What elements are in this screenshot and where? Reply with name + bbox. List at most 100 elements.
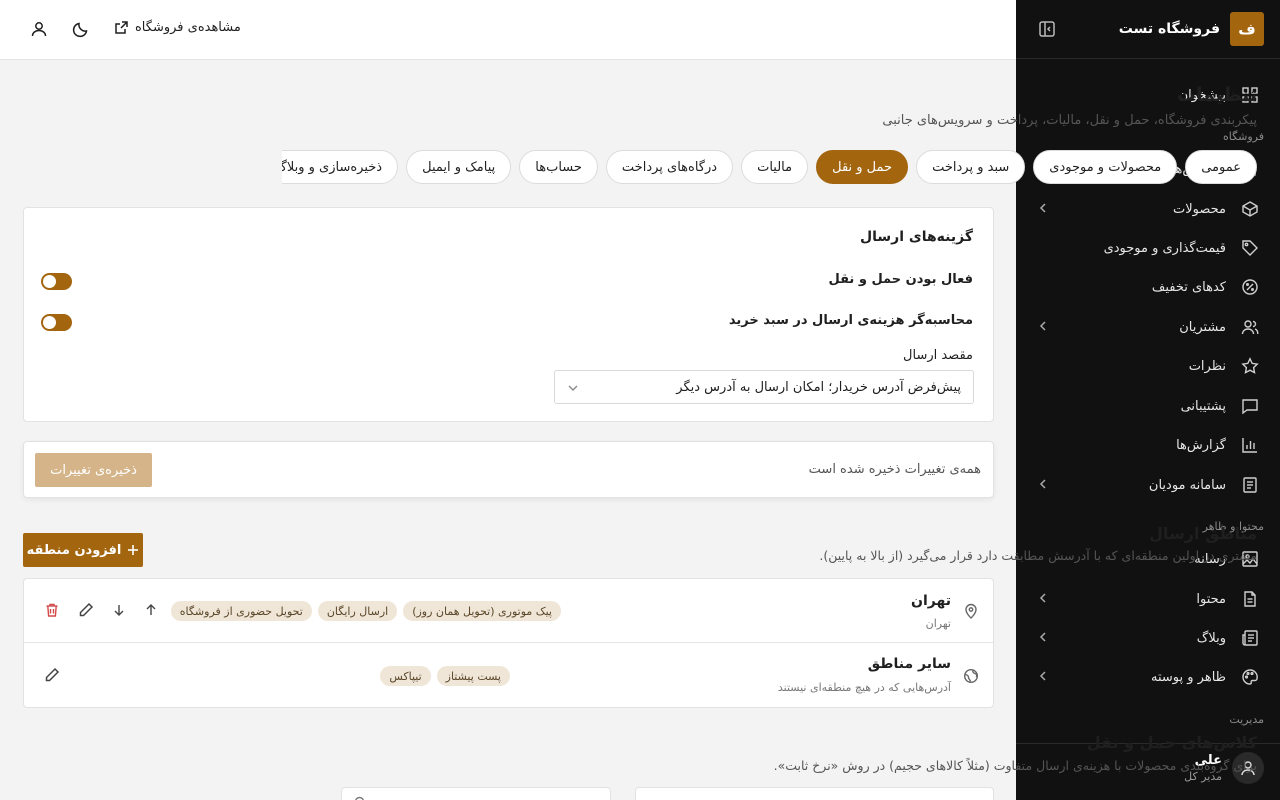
moon-icon[interactable] bbox=[72, 20, 90, 38]
settings-tabs: عمومی محصولات و موجودی سبد و پرداخت حمل … bbox=[282, 150, 1257, 185]
sidebar-collapse-icon[interactable] bbox=[1038, 20, 1056, 38]
edit-icon[interactable] bbox=[44, 667, 60, 683]
sidebar-item-label: پشتیبانی bbox=[1180, 398, 1226, 414]
user-icon[interactable] bbox=[30, 20, 48, 38]
brand-name: فروشگاه تست bbox=[1118, 21, 1220, 37]
palette-icon bbox=[1240, 667, 1260, 687]
sidebar-item-label: ظاهر و پوسته bbox=[1151, 669, 1226, 685]
method-chip: پیک موتوری (تحویل همان روز) bbox=[403, 601, 561, 621]
percent-icon bbox=[1240, 277, 1260, 297]
tab-tax[interactable]: مالیات bbox=[741, 150, 809, 184]
page-title: تنظیمات bbox=[1176, 84, 1257, 106]
save-status: همه‌ی تغییرات ذخیره شده است bbox=[808, 462, 981, 477]
sidebar-item-label: محتوا bbox=[1196, 591, 1226, 607]
cart-calculator-label: محاسبه‌گر هزینه‌ی ارسال در سبد خرید bbox=[728, 313, 973, 328]
chevron-left-icon bbox=[1038, 319, 1048, 333]
tab-shipping[interactable]: حمل و نقل bbox=[816, 150, 909, 184]
classes-title: کلاس‌های حمل و نقل bbox=[1086, 733, 1257, 752]
save-changes-button[interactable]: ذخیره‌ی تغییرات bbox=[35, 453, 152, 487]
table-row[interactable]: سایر مناطق آدرس‌هایی که در هیچ منطقه‌ای … bbox=[24, 644, 993, 708]
chevron-left-icon bbox=[1038, 477, 1048, 491]
file-icon bbox=[1240, 589, 1260, 609]
section-store: فروشگاه bbox=[1222, 130, 1264, 143]
add-zone-button[interactable]: افزودن منطقه bbox=[23, 533, 143, 567]
trash-icon[interactable] bbox=[44, 602, 60, 618]
destination-label: مقصد ارسال bbox=[903, 348, 973, 363]
chevron-down-icon bbox=[567, 382, 579, 394]
class-name-input[interactable] bbox=[635, 787, 994, 800]
sidebar-item-blog[interactable]: وبلاگ bbox=[1016, 620, 1280, 656]
edit-icon[interactable] bbox=[78, 602, 94, 618]
tab-storage-blog[interactable]: ذخیره‌سازی و وبلاگ bbox=[282, 150, 399, 184]
enable-shipping-label: فعال بودن حمل و نقل bbox=[828, 272, 973, 287]
arrow-down-icon[interactable] bbox=[112, 603, 126, 617]
shipping-options-card: گزینه‌های ارسال فعال بودن حمل و نقل محاس… bbox=[23, 207, 994, 422]
sidebar-item-label: گزارش‌ها bbox=[1176, 437, 1226, 453]
sidebar-item-reports[interactable]: گزارش‌ها bbox=[1016, 427, 1280, 463]
view-store-link[interactable]: مشاهده‌ی فروشگاه bbox=[114, 20, 241, 35]
destination-select[interactable]: پیش‌فرض آدرس خریدار؛ امکان ارسال به آدرس… bbox=[554, 370, 974, 404]
users-icon bbox=[1240, 317, 1260, 337]
sidebar-item-label: سامانه مودیان bbox=[1148, 477, 1226, 493]
zone-methods: پست پیشتاز تیپاکس bbox=[380, 666, 510, 686]
tab-sms-email[interactable]: پیامک و ایمیل bbox=[406, 150, 512, 184]
document-icon bbox=[1240, 475, 1260, 495]
class-search-input[interactable] bbox=[341, 787, 611, 800]
sidebar-item-reviews[interactable]: نظرات bbox=[1016, 348, 1280, 384]
tag-icon bbox=[1240, 238, 1260, 258]
zones-list: تهران تهران پیک موتوری (تحویل همان روز) … bbox=[23, 578, 994, 708]
sidebar-item-tax-system[interactable]: سامانه مودیان bbox=[1016, 467, 1280, 503]
sidebar-item-appearance[interactable]: ظاهر و پوسته bbox=[1016, 659, 1280, 695]
sidebar-item-pricing[interactable]: قیمت‌گذاری و موجودی bbox=[1016, 230, 1280, 266]
zone-name: تهران bbox=[911, 593, 951, 609]
zone-methods: پیک موتوری (تحویل همان روز) ارسال رایگان… bbox=[170, 601, 561, 621]
star-icon bbox=[1240, 356, 1260, 376]
add-zone-label: افزودن منطقه bbox=[26, 542, 122, 558]
enable-shipping-toggle[interactable] bbox=[41, 273, 72, 290]
sidebar-item-products[interactable]: محصولات bbox=[1016, 191, 1280, 227]
table-row[interactable]: تهران تهران پیک موتوری (تحویل همان روز) … bbox=[24, 579, 993, 643]
tab-general[interactable]: عمومی bbox=[1185, 150, 1257, 184]
map-pin-icon bbox=[963, 603, 979, 619]
tab-payment-gateways[interactable]: درگاه‌های پرداخت bbox=[605, 150, 734, 184]
sidebar-item-support[interactable]: پشتیبانی bbox=[1016, 388, 1280, 424]
zone-name: سایر مناطق bbox=[867, 656, 951, 672]
view-store-label: مشاهده‌ی فروشگاه bbox=[135, 20, 241, 35]
sidebar-item-label: محصولات bbox=[1173, 201, 1226, 217]
method-chip: ارسال رایگان bbox=[317, 601, 398, 621]
box-icon bbox=[1240, 199, 1260, 219]
tab-products-inventory[interactable]: محصولات و موجودی bbox=[1033, 150, 1178, 184]
method-chip: تیپاکس bbox=[380, 666, 431, 686]
globe-icon bbox=[963, 668, 979, 684]
zones-title: مناطق ارسال bbox=[1149, 524, 1257, 543]
chevron-left-icon bbox=[1038, 669, 1048, 683]
newspaper-icon bbox=[1240, 628, 1260, 648]
zone-description: آدرس‌هایی که در هیچ منطقه‌ای نیستند bbox=[777, 681, 951, 694]
brand[interactable]: ف فروشگاه تست bbox=[1119, 12, 1264, 46]
zones-subtitle: مشتری در اولین منطقه‌ای که با آدرسش مطاب… bbox=[819, 548, 1257, 563]
classes-subtitle: برای گروه‌بندی محصولات با هزینه‌ی ارسال … bbox=[773, 758, 1257, 773]
sidebar-divider bbox=[1016, 58, 1280, 59]
sidebar-item-label: وبلاگ bbox=[1196, 630, 1226, 646]
chevron-left-icon bbox=[1038, 201, 1048, 215]
topbar: مشاهده‌ی فروشگاه bbox=[0, 0, 1016, 60]
tab-accounts[interactable]: حساب‌ها bbox=[519, 150, 598, 184]
sidebar-item-discounts[interactable]: کدهای تخفیف bbox=[1016, 269, 1280, 305]
external-link-icon bbox=[114, 20, 129, 35]
brand-logo: ف bbox=[1230, 12, 1264, 46]
chevron-left-icon bbox=[1038, 630, 1048, 644]
sidebar-item-label: مشتریان bbox=[1179, 319, 1226, 335]
shipping-options-title: گزینه‌های ارسال bbox=[859, 229, 973, 245]
search-icon bbox=[352, 796, 365, 800]
destination-value: پیش‌فرض آدرس خریدار؛ امکان ارسال به آدرس… bbox=[676, 379, 961, 395]
chat-icon bbox=[1240, 396, 1260, 416]
sidebar-item-label: قیمت‌گذاری و موجودی bbox=[1103, 240, 1226, 256]
tab-cart-checkout[interactable]: سبد و پرداخت bbox=[916, 150, 1026, 184]
sidebar-item-content[interactable]: محتوا bbox=[1016, 581, 1280, 617]
sidebar-item-label: نظرات bbox=[1188, 358, 1226, 374]
sidebar-item-customers[interactable]: مشتریان bbox=[1016, 309, 1280, 345]
section-admin: مدیریت bbox=[1229, 713, 1264, 726]
arrow-up-icon[interactable] bbox=[144, 603, 158, 617]
cart-calculator-toggle[interactable] bbox=[41, 314, 72, 331]
method-chip: تحویل حضوری از فروشگاه bbox=[170, 601, 312, 621]
